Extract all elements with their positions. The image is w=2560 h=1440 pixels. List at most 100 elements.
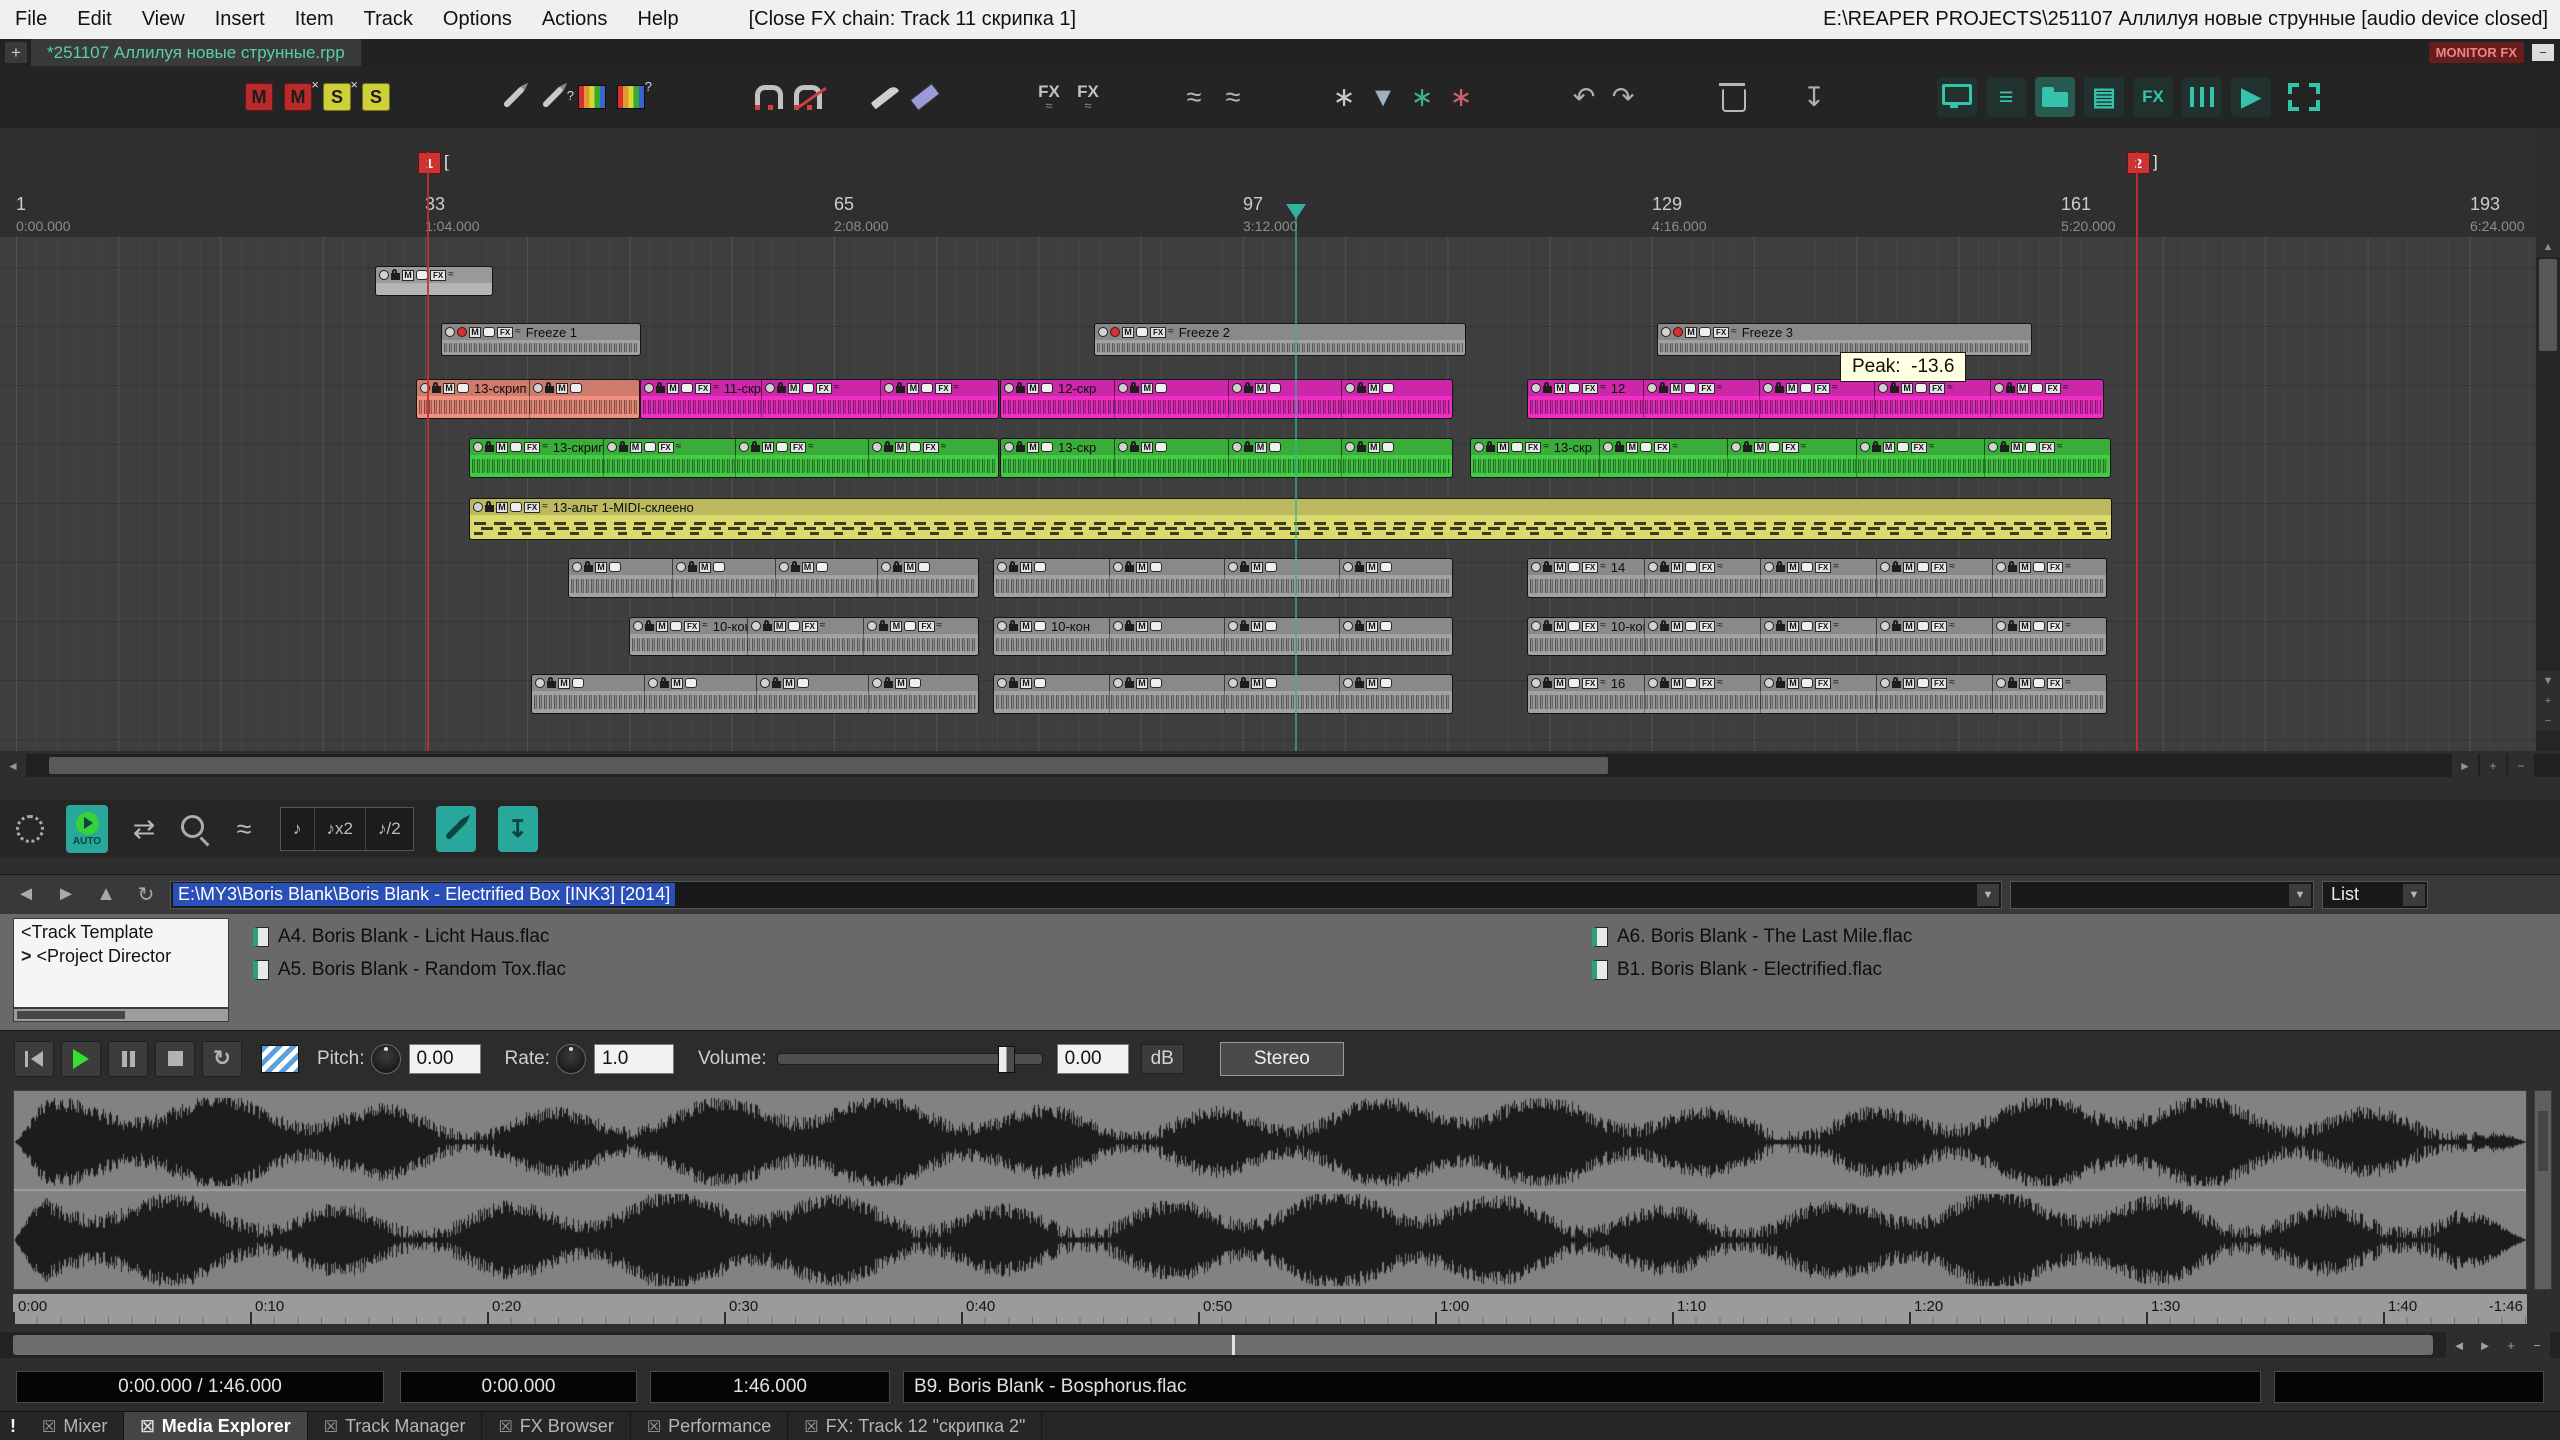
lock-icon <box>2008 565 2017 572</box>
item-notes-icon <box>1568 383 1580 393</box>
item-knob-icon <box>1860 442 1870 452</box>
zoom-out-v-icon[interactable]: − <box>2536 711 2560 731</box>
item-envelope-icon: ≈ <box>941 442 947 452</box>
item-mute-icon: M <box>1255 442 1267 453</box>
item-mute-icon: M <box>496 442 508 453</box>
item-notes-icon <box>644 442 656 452</box>
item-label: 10-кон <box>1051 619 1090 634</box>
item-knob-icon <box>1880 562 1890 572</box>
scroll-up-icon[interactable]: ▲ <box>2536 237 2560 257</box>
item-fx-icon: FX <box>2047 562 2063 573</box>
item-knob-icon <box>1994 383 2004 393</box>
vscroll-thumb[interactable] <box>2539 259 2557 351</box>
clips-layer: MFX≈MFX≈Freeze 1MFX≈Freeze 2MFX≈Freeze 3… <box>0 0 2560 1440</box>
item-knob-icon <box>1763 383 1773 393</box>
item-knob-icon <box>1228 621 1238 631</box>
item-mute-icon: M <box>630 442 642 453</box>
media-item[interactable]: MFX≈14MFX≈MFX≈MFX≈MFX≈ <box>1527 558 2107 598</box>
item-envelope-icon: ≈ <box>2065 621 2071 631</box>
item-envelope-icon: ≈ <box>676 442 682 452</box>
item-notes-icon <box>681 383 693 393</box>
record-arm-icon <box>1673 327 1683 337</box>
media-item[interactable]: M10-конMMM <box>993 617 1453 656</box>
item-notes-icon <box>1380 621 1392 631</box>
item-mute-icon: M <box>2019 621 2031 632</box>
media-item[interactable]: MMMM <box>531 674 979 714</box>
media-item[interactable]: M13-скрMMM <box>1000 438 1453 478</box>
media-item[interactable]: MFX≈11-скрипкаMFX≈MFX≈ <box>640 379 999 419</box>
item-notes-icon <box>1150 562 1162 572</box>
media-item[interactable]: MMMM <box>993 558 1453 598</box>
media-item[interactable]: MFX≈13-скрипка 1MFX≈MFX≈MFX≈ <box>469 438 999 478</box>
item-knob-icon <box>1648 621 1658 631</box>
media-item[interactable]: MFX≈Freeze 1 <box>441 323 641 356</box>
item-knob-icon <box>1731 442 1741 452</box>
media-item[interactable]: MFX≈10-конMFX≈MFX≈MFX≈MFX≈ <box>1527 617 2107 656</box>
item-notes-icon <box>1801 621 1813 631</box>
item-knob-icon <box>445 327 455 337</box>
item-mute-icon: M <box>469 327 481 338</box>
item-mute-icon: M <box>699 562 711 573</box>
media-item[interactable]: MFX≈13-альт 1-MIDI-склеено <box>469 498 2112 540</box>
item-mute-icon: M <box>1787 621 1799 632</box>
media-item[interactable]: MFX≈12MFX≈MFX≈MFX≈MFX≈ <box>1527 379 2104 419</box>
item-envelope-icon: ≈ <box>1717 678 1723 688</box>
arrange-vscrollbar[interactable]: ▲ ▼ + − <box>2536 237 2560 751</box>
item-mute-icon: M <box>1251 621 1263 632</box>
item-envelope-icon: ≈ <box>1672 442 1678 452</box>
lock-icon <box>1890 386 1899 393</box>
item-envelope-icon: ≈ <box>1949 678 1955 688</box>
lock-icon <box>619 445 628 452</box>
item-fx-icon: FX <box>1911 442 1927 453</box>
media-item[interactable]: MFX≈10-контрабасMFX≈MFX≈ <box>629 617 979 656</box>
item-knob-icon <box>1004 442 1014 452</box>
item-knob-icon <box>1988 442 1998 452</box>
item-mute-icon: M <box>1136 678 1148 689</box>
item-envelope-icon: ≈ <box>1543 442 1549 452</box>
item-label: 13-альт 1-MIDI-склеено <box>553 500 694 515</box>
item-fx-icon: FX <box>2047 621 2063 632</box>
media-item[interactable]: M12-скрMMM <box>1000 379 1453 419</box>
lock-icon <box>1543 386 1552 393</box>
item-mute-icon: M <box>2019 678 2031 689</box>
media-item[interactable]: M13-скрипM <box>416 379 640 419</box>
media-item[interactable]: MMMM <box>993 674 1453 714</box>
item-notes-icon <box>510 442 522 452</box>
item-knob-icon <box>1345 442 1355 452</box>
item-notes-icon <box>788 621 800 631</box>
scroll-down-icon[interactable]: ▼ <box>2536 671 2560 691</box>
item-mute-icon: M <box>402 270 414 281</box>
lock-icon <box>1125 565 1134 572</box>
item-knob-icon <box>1531 678 1541 688</box>
lock-icon <box>763 624 772 631</box>
item-knob-icon <box>379 270 389 280</box>
media-item[interactable]: MMMM <box>568 558 979 598</box>
lock-icon <box>2008 681 2017 688</box>
item-mute-icon: M <box>1027 442 1039 453</box>
item-knob-icon <box>1996 678 2006 688</box>
media-item[interactable]: MFX≈Freeze 2 <box>1094 323 1466 356</box>
item-fx-icon: FX <box>1150 327 1166 338</box>
item-notes-icon <box>1034 678 1046 688</box>
item-knob-icon <box>881 562 891 572</box>
lock-icon <box>1486 445 1495 452</box>
lock-icon <box>1355 565 1364 572</box>
lock-icon <box>547 681 556 688</box>
item-notes-icon <box>1265 678 1277 688</box>
item-envelope-icon: ≈ <box>1947 383 1953 393</box>
item-knob-icon <box>644 383 654 393</box>
item-notes-icon <box>1269 383 1281 393</box>
item-notes-icon <box>1034 621 1046 631</box>
item-notes-icon <box>1155 442 1167 452</box>
media-item[interactable]: MFX≈16MFX≈MFX≈MFX≈MFX≈ <box>1527 674 2107 714</box>
item-fx-icon: FX <box>1698 383 1714 394</box>
lock-icon <box>893 565 902 572</box>
media-item[interactable]: MFX≈13-скрMFX≈MFX≈MFX≈MFX≈ <box>1470 438 2111 478</box>
media-item[interactable]: MFX≈ <box>375 266 493 296</box>
item-notes-icon <box>1150 621 1162 631</box>
item-envelope-icon: ≈ <box>1949 562 1955 572</box>
item-envelope-icon: ≈ <box>1717 621 1723 631</box>
item-notes-icon <box>670 621 682 631</box>
lock-icon <box>1240 624 1249 631</box>
zoom-in-v-icon[interactable]: + <box>2536 691 2560 711</box>
